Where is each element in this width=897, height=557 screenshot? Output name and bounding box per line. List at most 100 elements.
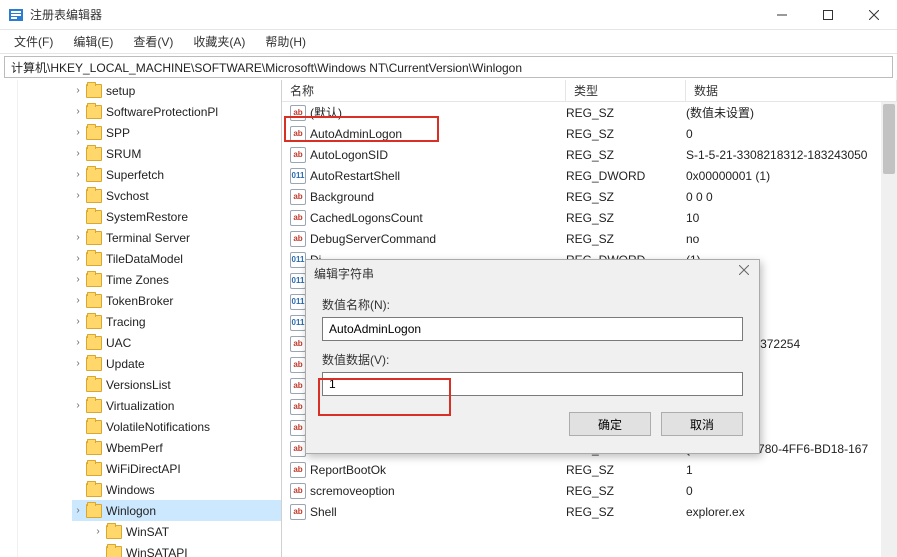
value-row[interactable]: abAutoAdminLogonREG_SZ0 <box>282 123 897 144</box>
tree-twisty-icon[interactable]: › <box>72 316 84 327</box>
tree-node[interactable]: ›Terminal Server <box>72 227 281 248</box>
tree-node[interactable]: WbemPerf <box>72 437 281 458</box>
value-name: CachedLogonsCount <box>310 211 566 225</box>
value-row[interactable]: abscremoveoptionREG_SZ0 <box>282 480 897 501</box>
folder-icon <box>86 189 102 203</box>
tree-node-label: SPP <box>106 126 130 140</box>
string-value-icon: ab <box>290 210 306 226</box>
value-name: (默认) <box>310 104 566 121</box>
tree-node[interactable]: ›WinSAT <box>72 521 281 542</box>
value-data: 0 <box>686 127 897 141</box>
tree-twisty-icon[interactable]: › <box>72 505 84 516</box>
ok-button[interactable]: 确定 <box>569 412 651 436</box>
dialog-close-button[interactable] <box>735 264 753 282</box>
string-value-icon: ab <box>290 147 306 163</box>
tree-node-label: WinSATAPI <box>126 546 188 557</box>
tree-twisty-icon[interactable]: › <box>72 232 84 243</box>
tree-node[interactable]: ›Tracing <box>72 311 281 332</box>
folder-icon <box>86 420 102 434</box>
tree-node-label: Update <box>106 357 145 371</box>
tree-twisty-icon[interactable]: › <box>72 148 84 159</box>
menu-view[interactable]: 查看(V) <box>123 30 183 53</box>
value-row[interactable]: abDebugServerCommandREG_SZno <box>282 228 897 249</box>
close-button[interactable] <box>851 0 897 30</box>
value-name: Shell <box>310 505 566 519</box>
menu-edit[interactable]: 编辑(E) <box>63 30 123 53</box>
col-name[interactable]: 名称 <box>282 80 566 102</box>
maximize-button[interactable] <box>805 0 851 30</box>
cancel-button[interactable]: 取消 <box>661 412 743 436</box>
regedit-icon <box>8 7 24 23</box>
folder-icon <box>86 462 102 476</box>
string-value-icon: ab <box>290 483 306 499</box>
string-value-icon: ab <box>290 105 306 121</box>
tree-node[interactable]: ›Time Zones <box>72 269 281 290</box>
folder-icon <box>86 147 102 161</box>
tree-node[interactable]: ›TokenBroker <box>72 290 281 311</box>
value-data-input[interactable] <box>322 372 743 396</box>
tree-node[interactable]: WiFiDirectAPI <box>72 458 281 479</box>
tree-twisty-icon[interactable]: › <box>72 106 84 117</box>
tree-twisty-icon[interactable]: › <box>72 295 84 306</box>
tree-twisty-icon[interactable]: › <box>72 85 84 96</box>
value-name-input[interactable] <box>322 317 743 341</box>
tree-twisty-icon[interactable]: › <box>72 190 84 201</box>
menu-help[interactable]: 帮助(H) <box>255 30 316 53</box>
tree-node[interactable]: VersionsList <box>72 374 281 395</box>
tree-node-label: Winlogon <box>106 504 156 518</box>
value-row[interactable]: abShellREG_SZexplorer.ex <box>282 501 897 522</box>
menu-favorites[interactable]: 收藏夹(A) <box>183 30 255 53</box>
tree-node[interactable]: ›SoftwareProtectionPl <box>72 101 281 122</box>
folder-icon <box>86 273 102 287</box>
address-bar[interactable]: 计算机\HKEY_LOCAL_MACHINE\SOFTWARE\Microsof… <box>4 56 893 78</box>
folder-icon <box>86 105 102 119</box>
tree-node[interactable]: › SPP <box>72 122 281 143</box>
string-value-icon: ab <box>290 504 306 520</box>
tree-node[interactable]: SystemRestore <box>72 206 281 227</box>
tree-twisty-icon[interactable]: › <box>72 358 84 369</box>
tree-node[interactable]: ›TileDataModel <box>72 248 281 269</box>
tree-twisty-icon[interactable]: › <box>72 127 84 138</box>
value-row[interactable]: abBackgroundREG_SZ0 0 0 <box>282 186 897 207</box>
value-type: REG_DWORD <box>566 169 686 183</box>
value-data-label: 数值数据(V): <box>322 351 743 368</box>
tree-twisty-icon[interactable]: › <box>92 526 104 537</box>
tree-node[interactable]: ›UAC <box>72 332 281 353</box>
scrollbar-vertical[interactable] <box>881 102 897 557</box>
col-type[interactable]: 类型 <box>566 80 686 102</box>
tree-twisty-icon[interactable]: › <box>72 400 84 411</box>
tree-panel[interactable]: ›setup›SoftwareProtectionPl›SPP›SRUM›Sup… <box>0 80 282 557</box>
folder-icon <box>106 525 122 539</box>
tree-node[interactable]: VolatileNotifications <box>72 416 281 437</box>
minimize-button[interactable] <box>759 0 805 30</box>
value-name: AutoLogonSID <box>310 148 566 162</box>
tree-node[interactable]: ›Superfetch <box>72 164 281 185</box>
tree-twisty-icon[interactable]: › <box>72 274 84 285</box>
col-data[interactable]: 数据 <box>686 80 897 102</box>
tree-node[interactable]: Windows <box>72 479 281 500</box>
value-row[interactable]: 011AutoRestartShellREG_DWORD0x00000001 (… <box>282 165 897 186</box>
folder-icon <box>86 126 102 140</box>
scrollbar-thumb[interactable] <box>883 104 895 174</box>
value-type: REG_SZ <box>566 484 686 498</box>
value-row[interactable]: ab(默认)REG_SZ(数值未设置) <box>282 102 897 123</box>
tree-node[interactable]: › SRUM <box>72 143 281 164</box>
tree-node[interactable]: › Update <box>72 353 281 374</box>
tree-node-label: SRUM <box>106 147 141 161</box>
value-row[interactable]: abCachedLogonsCountREG_SZ10 <box>282 207 897 228</box>
tree-twisty-icon[interactable]: › <box>72 253 84 264</box>
tree-twisty-icon[interactable]: › <box>72 169 84 180</box>
folder-icon <box>86 399 102 413</box>
edit-string-dialog: 编辑字符串 数值名称(N): 数值数据(V): 确定 取消 <box>305 259 760 454</box>
tree-node[interactable]: ›setup <box>72 80 281 101</box>
value-row[interactable]: abReportBootOkREG_SZ1 <box>282 459 897 480</box>
tree-node[interactable]: WinSATAPI <box>72 542 281 557</box>
menu-file[interactable]: 文件(F) <box>4 30 63 53</box>
tree-node-label: VolatileNotifications <box>106 420 210 434</box>
tree-twisty-icon[interactable]: › <box>72 337 84 348</box>
tree-node[interactable]: ›Virtualization <box>72 395 281 416</box>
value-type: REG_SZ <box>566 232 686 246</box>
value-row[interactable]: abAutoLogonSIDREG_SZS-1-5-21-3308218312-… <box>282 144 897 165</box>
tree-node[interactable]: › Winlogon <box>72 500 281 521</box>
tree-node[interactable]: ›Svchost <box>72 185 281 206</box>
